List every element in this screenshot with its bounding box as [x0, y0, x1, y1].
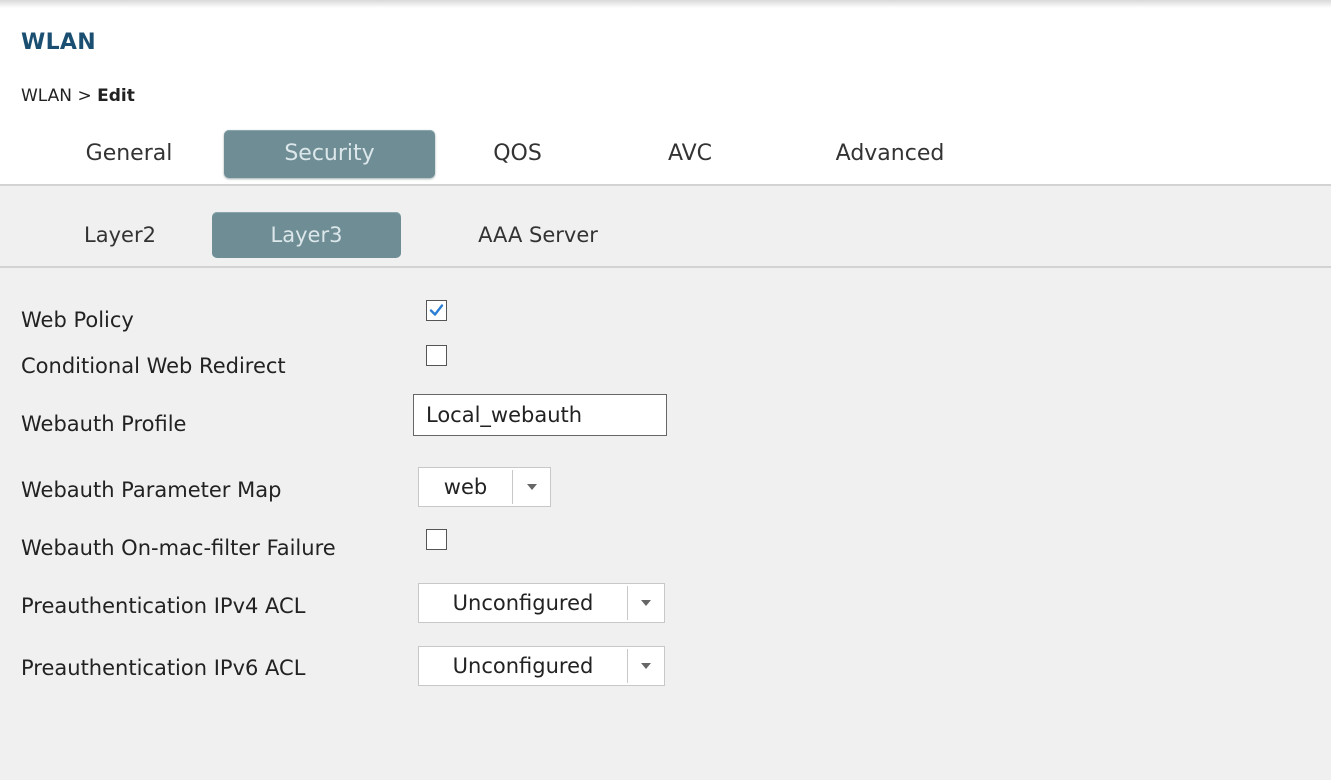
- preauth-ipv4-acl-label: Preauthentication IPv4 ACL: [21, 594, 306, 618]
- webauth-profile-label: Webauth Profile: [21, 412, 187, 436]
- tabs-divider: [0, 184, 1331, 186]
- conditional-web-redirect-label: Conditional Web Redirect: [21, 354, 286, 378]
- preauth-ipv6-acl-value: Unconfigured: [452, 654, 594, 678]
- page-title: WLAN: [21, 30, 96, 55]
- subtab-layer3[interactable]: Layer3: [212, 212, 401, 258]
- tab-advanced[interactable]: Advanced: [800, 130, 980, 178]
- preauth-ipv6-acl-select[interactable]: Unconfigured: [418, 646, 665, 686]
- tab-qos[interactable]: QOS: [460, 130, 575, 178]
- conditional-web-redirect-checkbox[interactable]: [426, 345, 447, 366]
- main-tabs: General Security QOS AVC Advanced: [0, 130, 1331, 182]
- webauth-profile-input[interactable]: [413, 394, 667, 436]
- preauth-ipv6-acl-label: Preauthentication IPv6 ACL: [21, 656, 306, 680]
- top-shadow: [0, 0, 1331, 8]
- webauth-parameter-map-select[interactable]: web: [418, 467, 551, 507]
- subtab-layer2[interactable]: Layer2: [50, 212, 190, 258]
- webauth-parameter-map-value: web: [443, 475, 488, 499]
- subtab-aaa-server[interactable]: AAA Server: [438, 212, 638, 258]
- breadcrumb: WLAN > Edit: [21, 86, 135, 106]
- security-subtabs: Layer2 Layer3 AAA Server: [0, 212, 1331, 262]
- web-policy-label: Web Policy: [21, 308, 134, 332]
- tab-security[interactable]: Security: [224, 130, 435, 178]
- tab-avc[interactable]: AVC: [635, 130, 745, 178]
- breadcrumb-parent[interactable]: WLAN: [21, 86, 72, 106]
- chevron-down-icon[interactable]: [627, 584, 665, 622]
- subtabs-divider: [0, 266, 1331, 268]
- webauth-on-mac-filter-failure-checkbox[interactable]: [426, 529, 447, 550]
- tab-general[interactable]: General: [54, 130, 204, 178]
- preauth-ipv4-acl-select[interactable]: Unconfigured: [418, 583, 665, 623]
- breadcrumb-separator: >: [77, 86, 92, 106]
- chevron-down-icon[interactable]: [627, 647, 665, 685]
- breadcrumb-current: Edit: [97, 86, 135, 106]
- check-icon: [429, 304, 444, 316]
- webauth-parameter-map-label: Webauth Parameter Map: [21, 478, 282, 502]
- web-policy-checkbox[interactable]: [426, 300, 447, 321]
- webauth-on-mac-filter-failure-label: Webauth On-mac-filter Failure: [21, 536, 336, 560]
- chevron-down-icon[interactable]: [513, 468, 551, 506]
- preauth-ipv4-acl-value: Unconfigured: [452, 591, 594, 615]
